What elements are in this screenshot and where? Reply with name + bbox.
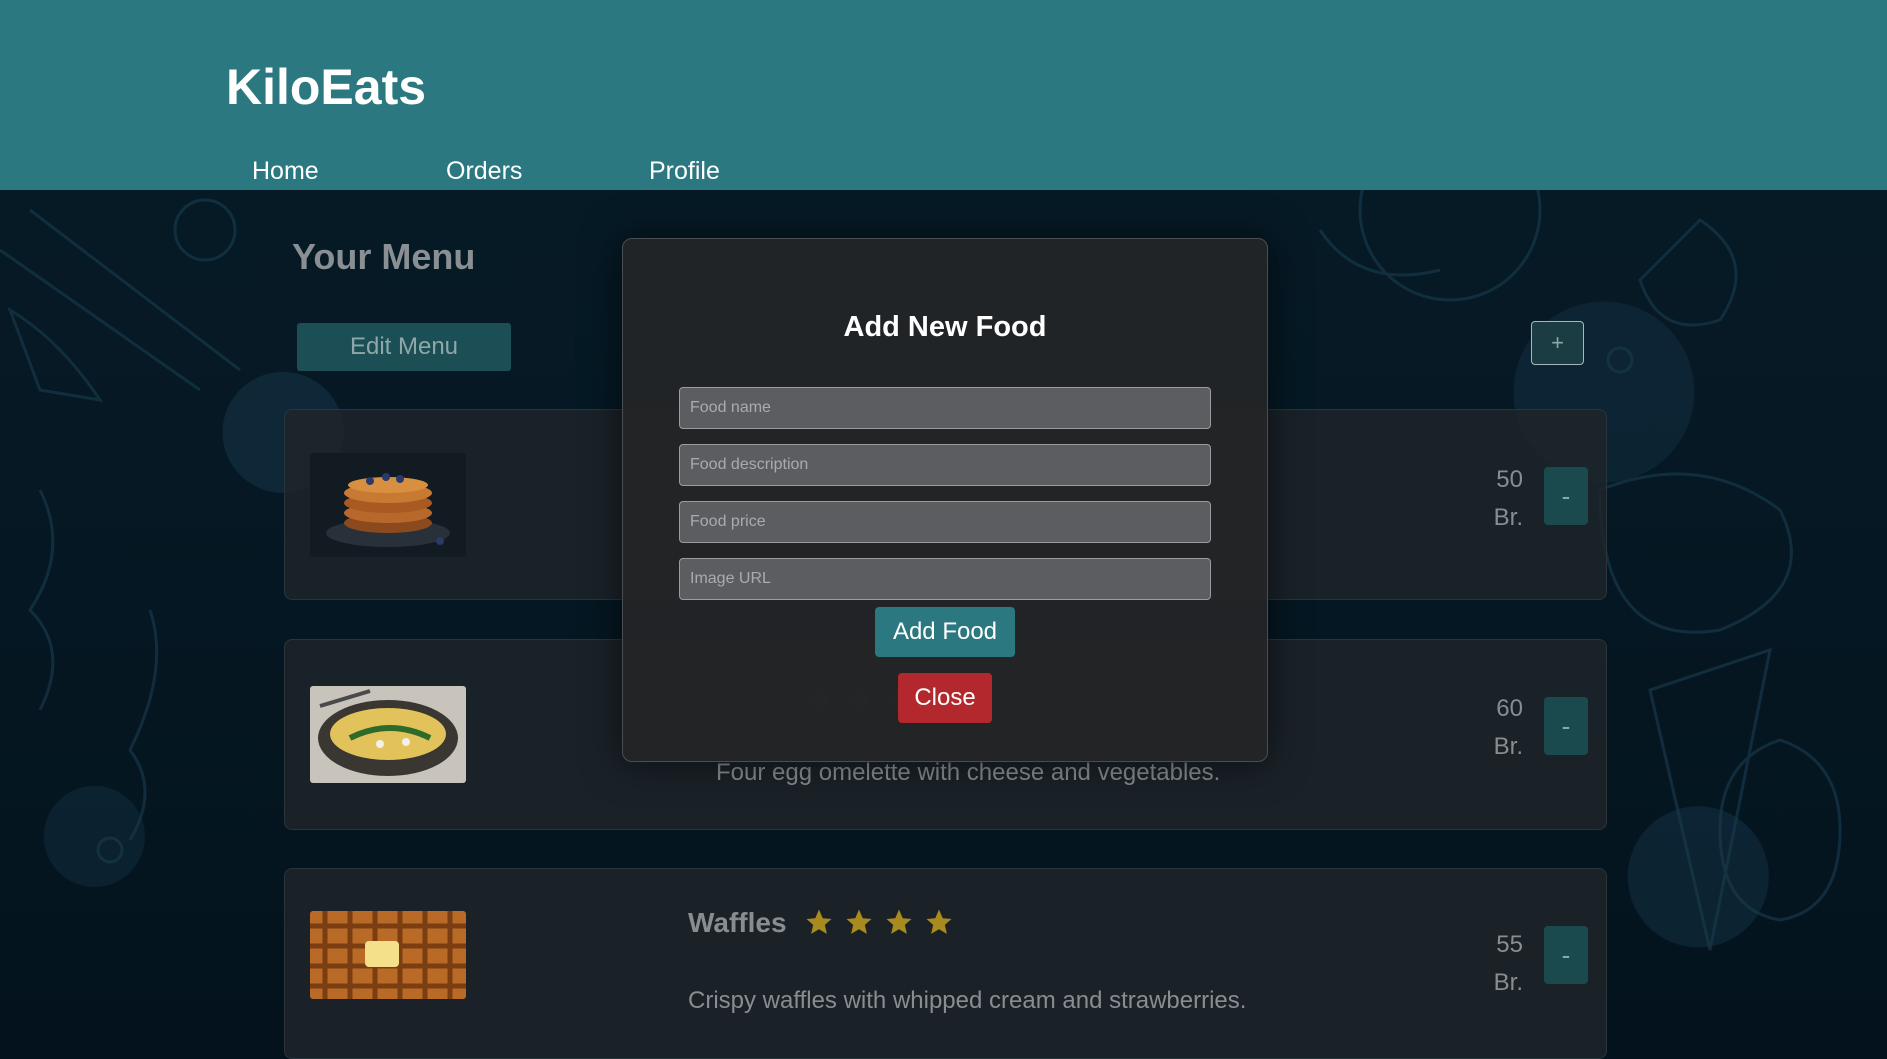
pancakes-image [310,453,466,557]
app-logo: KiloEats [226,59,427,115]
remove-food-button[interactable]: - [1544,926,1588,984]
pancakes-icon [310,453,466,557]
close-modal-button[interactable]: Close [898,673,992,723]
food-description: Crispy waffles with whipped cream and st… [688,987,1247,1014]
star-icon [806,909,832,934]
rating-stars [804,907,954,937]
food-price: 55 Br. [1494,926,1523,1002]
price-currency: Br. [1493,969,1523,996]
price-value: 50 [1496,466,1523,493]
modal-title: Add New Food [843,311,1047,343]
food-name: Waffles [688,907,787,938]
nav-orders[interactable]: Orders [446,157,522,186]
price-value: 60 [1496,695,1523,722]
food-name-input[interactable] [679,387,1211,429]
star-icon [886,909,912,934]
star-icon [846,909,872,934]
food-card: Waffles Crispy waffles with whipped crea… [284,868,1607,1059]
omelette-image [310,686,466,783]
price-currency: Br. [1493,504,1523,531]
omelette-icon [310,686,466,783]
nav-home[interactable]: Home [252,157,319,186]
add-food-button[interactable]: + [1531,321,1584,365]
price-currency: Br. [1493,733,1523,760]
menu-title: Your Menu [292,236,476,277]
add-food-submit-button[interactable]: Add Food [875,607,1015,657]
food-price: 50 Br. [1494,461,1523,537]
food-price: 60 Br. [1494,690,1523,766]
top-header: KiloEats Home Orders Profile [0,0,1887,190]
waffles-image [310,911,466,999]
star-icon [926,909,952,934]
edit-menu-button[interactable]: Edit Menu [297,323,511,371]
image-url-input[interactable] [679,558,1211,600]
nav-profile[interactable]: Profile [649,157,720,186]
food-price-input[interactable] [679,501,1211,543]
food-description-input[interactable] [679,444,1211,486]
waffles-icon [310,911,466,999]
remove-food-button[interactable]: - [1544,467,1588,525]
price-value: 55 [1496,931,1523,958]
remove-food-button[interactable]: - [1544,697,1588,755]
add-food-modal: Add New Food Add Food Close [622,238,1268,762]
food-description: Four egg omelette with cheese and vegeta… [716,759,1221,786]
